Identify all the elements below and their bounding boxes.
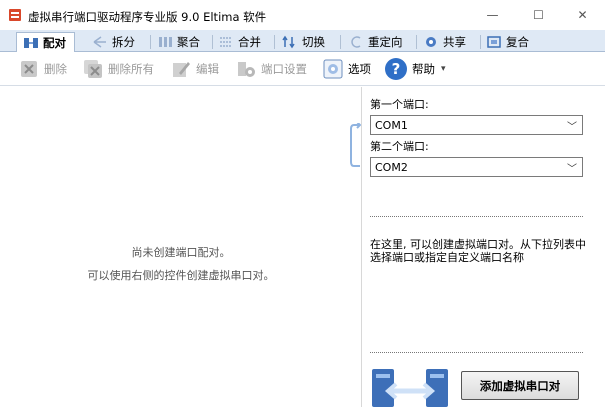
- help-button[interactable]: ? 帮助 ▾: [384, 57, 446, 81]
- delete-all-button[interactable]: 删除所有: [82, 57, 154, 81]
- tab-strip: 配对 拆分 聚合 合并 切换 重定向 共享 复合: [0, 30, 605, 53]
- virtual-pair-icon: [372, 369, 448, 407]
- add-virtual-pair-button[interactable]: 添加虚拟串口对: [461, 371, 579, 400]
- redirect-icon: [351, 36, 361, 48]
- tab-separator: [274, 35, 275, 49]
- maximize-button[interactable]: ☐: [516, 0, 561, 30]
- delete-icon: [21, 61, 37, 77]
- create-pair-panel: 第一个端口: COM1 ﹀ 第二个端口: COM2 ﹀ 在这里, 可以创建虚拟端…: [350, 87, 605, 407]
- tab-separator: [416, 35, 417, 49]
- tab-label: 重定向: [368, 35, 403, 49]
- close-button[interactable]: ✕: [560, 0, 605, 30]
- join-icon: [159, 37, 172, 47]
- delete-button[interactable]: 删除: [18, 57, 67, 81]
- tab-share[interactable]: 共享: [423, 32, 466, 52]
- empty-message: 尚未创建端口配对。: [131, 246, 231, 259]
- second-port-label: 第二个端口:: [370, 140, 429, 153]
- first-port-select[interactable]: COM1 ﹀: [370, 115, 583, 135]
- tab-label: 拆分: [112, 35, 135, 49]
- port-settings-button[interactable]: 端口设置: [235, 57, 307, 81]
- tab-split[interactable]: 拆分: [92, 32, 135, 52]
- edit-label: 编辑: [196, 62, 219, 76]
- delete-all-label: 删除所有: [108, 62, 154, 76]
- pairs-list-pane[interactable]: 尚未创建端口配对。 可以使用右侧的控件创建虚拟串口对。: [0, 87, 362, 407]
- tab-separator: [212, 35, 213, 49]
- first-port-value: COM1: [375, 119, 408, 132]
- tab-label: 聚合: [177, 35, 200, 49]
- tab-join[interactable]: 聚合: [157, 32, 200, 52]
- description-text: 在这里, 可以创建虚拟端口对。从下拉列表中选择端口或指定自定义端口名称: [370, 238, 586, 264]
- chevron-down-icon: ﹀: [567, 122, 577, 133]
- share-icon: [426, 37, 436, 47]
- help-label: 帮助: [412, 62, 435, 76]
- second-port-value: COM2: [375, 161, 408, 174]
- tab-label: 合并: [238, 35, 261, 49]
- tab-separator: [480, 35, 481, 49]
- toolbar: 删除 删除所有 编辑 端口设置 选项 ? 帮助 ▾: [0, 52, 605, 86]
- composite-icon: [487, 36, 501, 48]
- pair-icon: [24, 38, 38, 48]
- delete-all-icon: [84, 60, 102, 78]
- tab-redirect[interactable]: 重定向: [348, 32, 403, 52]
- delete-label: 删除: [44, 62, 67, 76]
- edit-icon: [173, 62, 190, 77]
- tab-switch[interactable]: 切换: [282, 32, 325, 52]
- chevron-down-icon: ﹀: [567, 164, 577, 175]
- merge-icon: [220, 37, 232, 47]
- empty-hint: 可以使用右侧的控件创建虚拟串口对。: [87, 269, 275, 282]
- switch-icon: [282, 35, 295, 49]
- tab-merge[interactable]: 合并: [218, 32, 261, 52]
- divider: [370, 352, 583, 353]
- tab-label: 复合: [506, 35, 529, 49]
- minimize-button[interactable]: —: [470, 0, 515, 30]
- port-settings-icon: [238, 62, 255, 77]
- tab-separator: [340, 35, 341, 49]
- tab-composite[interactable]: 复合: [486, 32, 529, 52]
- second-port-select[interactable]: COM2 ﹀: [370, 157, 583, 177]
- tab-label: 切换: [302, 35, 325, 49]
- divider: [370, 216, 583, 217]
- help-icon: ?: [385, 58, 407, 80]
- title-bar: 虚拟串行端口驱动程序专业版 9.0 Eltima 软件 — ☐ ✕: [0, 0, 605, 30]
- tab-label: 共享: [443, 35, 466, 49]
- svg-text:?: ?: [392, 60, 401, 78]
- first-port-label: 第一个端口:: [370, 98, 429, 111]
- options-label: 选项: [348, 62, 371, 76]
- options-icon: [323, 59, 343, 79]
- help-dropdown-icon: ▾: [441, 64, 446, 74]
- window-title: 虚拟串行端口驱动程序专业版 9.0 Eltima 软件: [28, 10, 267, 24]
- app-icon: [9, 9, 21, 21]
- split-icon: [93, 36, 106, 48]
- port-settings-label: 端口设置: [261, 62, 307, 76]
- tab-separator: [150, 35, 151, 49]
- options-button[interactable]: 选项: [322, 57, 371, 81]
- tab-pair[interactable]: 配对: [16, 32, 75, 53]
- edit-button[interactable]: 编辑: [170, 57, 219, 81]
- tab-label: 配对: [43, 36, 66, 50]
- pair-bracket-icon: [350, 123, 361, 167]
